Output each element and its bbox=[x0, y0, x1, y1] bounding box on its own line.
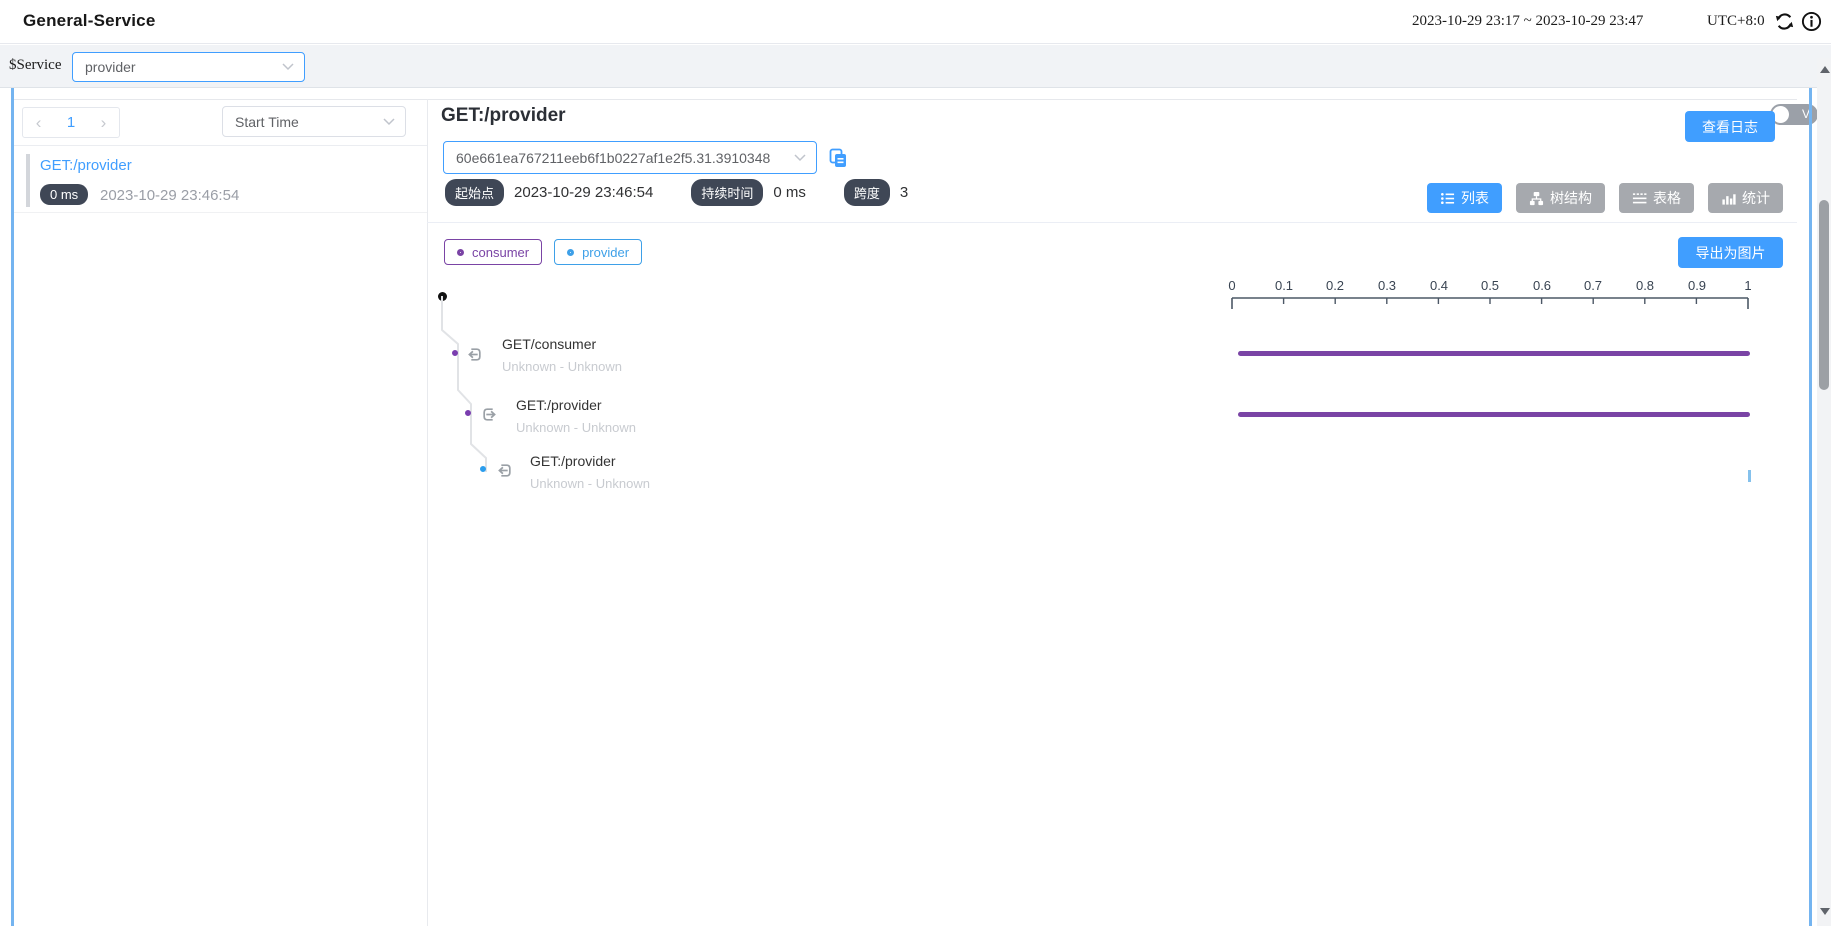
span-endpoints: Unknown - Unknown bbox=[516, 420, 636, 435]
view-mode-label: 列表 bbox=[1461, 188, 1489, 208]
span-name[interactable]: GET:/provider bbox=[516, 397, 602, 413]
trace-item-name[interactable]: GET:/provider bbox=[40, 157, 132, 174]
view-mode-label: 表格 bbox=[1653, 188, 1681, 208]
bar-chart-icon bbox=[1721, 191, 1736, 206]
entry-span-icon bbox=[496, 462, 513, 479]
sort-select-value: Start Time bbox=[235, 114, 299, 130]
view-mode-label: 统计 bbox=[1742, 188, 1770, 208]
meta-value: 3 bbox=[900, 184, 908, 201]
view-mode-list-button[interactable]: 列表 bbox=[1427, 183, 1502, 213]
tree-icon bbox=[1529, 191, 1544, 206]
axis-tick-label: 0 bbox=[1228, 278, 1235, 293]
list-icon bbox=[1440, 191, 1455, 206]
span-duration-bar[interactable] bbox=[1238, 351, 1750, 356]
trace-title: GET:/provider bbox=[441, 105, 566, 127]
axis-tick-label: 0.8 bbox=[1636, 278, 1654, 293]
trace-id-value: 60e661ea767211eeb6f1b0227af1e2f5.31.3910… bbox=[456, 150, 786, 166]
axis-tick-label: 0.9 bbox=[1688, 278, 1706, 293]
view-mode-tree-button[interactable]: 树结构 bbox=[1516, 183, 1605, 213]
legend-chip-provider[interactable]: provider bbox=[554, 239, 642, 265]
axis-tick-label: 0.6 bbox=[1533, 278, 1551, 293]
span-dot-consumer bbox=[452, 350, 458, 356]
next-page-button[interactable]: › bbox=[101, 114, 107, 131]
trace-page: General-Service 2023-10-29 23:17 ~ 2023-… bbox=[0, 0, 1831, 926]
time-axis bbox=[1230, 296, 1752, 310]
detail-divider bbox=[427, 222, 1797, 223]
scrollbar-down-arrow[interactable] bbox=[1820, 908, 1830, 915]
axis-tick-label: 0.1 bbox=[1275, 278, 1293, 293]
legend-label: consumer bbox=[472, 245, 529, 260]
trace-item-duration-badge: 0 ms bbox=[40, 184, 88, 205]
meta-value: 0 ms bbox=[773, 184, 806, 201]
filter-bar: $Service provider V bbox=[0, 45, 1831, 88]
scrollbar-track[interactable] bbox=[1817, 58, 1831, 926]
scrollbar-up-arrow[interactable] bbox=[1820, 66, 1830, 73]
axis-tick-label: 0.4 bbox=[1430, 278, 1448, 293]
trace-id-select[interactable]: 60e661ea767211eeb6f1b0227af1e2f5.31.3910… bbox=[443, 141, 817, 174]
entry-span-icon bbox=[466, 346, 483, 363]
view-mode-table-button[interactable]: 表格 bbox=[1619, 183, 1694, 213]
span-name[interactable]: GET:/provider bbox=[530, 453, 616, 469]
time-range-label: 2023-10-29 23:17 ~ 2023-10-29 23:47 bbox=[1412, 13, 1643, 30]
span-duration-bar[interactable] bbox=[1238, 412, 1750, 417]
info-icon[interactable] bbox=[1801, 11, 1822, 32]
span-dot-provider bbox=[480, 466, 486, 472]
pagination: ‹ 1 › bbox=[22, 107, 120, 138]
span-name[interactable]: GET/consumer bbox=[502, 336, 596, 352]
axis-tick-label: 0.7 bbox=[1584, 278, 1602, 293]
panel-divider bbox=[427, 99, 428, 926]
refresh-icon[interactable] bbox=[1774, 11, 1795, 32]
view-logs-button[interactable]: 查看日志 bbox=[1685, 111, 1775, 142]
span-duration-bar[interactable] bbox=[1748, 470, 1751, 482]
meta-value: 2023-10-29 23:46:54 bbox=[514, 184, 653, 201]
meta-label-badge: 起始点 bbox=[445, 179, 504, 206]
app-header: General-Service 2023-10-29 23:17 ~ 2023-… bbox=[0, 0, 1831, 44]
chevron-down-icon bbox=[282, 63, 294, 71]
export-image-button[interactable]: 导出为图片 bbox=[1678, 237, 1783, 268]
legend-label: provider bbox=[582, 245, 629, 260]
axis-tick-label: 0.5 bbox=[1481, 278, 1499, 293]
copy-icon[interactable] bbox=[828, 148, 848, 168]
meta-label-badge: 跨度 bbox=[844, 179, 890, 206]
view-mode-stats-button[interactable]: 统计 bbox=[1708, 183, 1783, 213]
view-mode-buttons: 列表 树结构 表格 统 bbox=[1390, 183, 1783, 213]
exit-span-icon bbox=[481, 406, 498, 423]
scrollbar-thumb[interactable] bbox=[1819, 200, 1829, 390]
meta-label-badge: 持续时间 bbox=[691, 179, 763, 206]
trace-item-start-time: 2023-10-29 23:46:54 bbox=[100, 187, 239, 204]
service-select-value: provider bbox=[85, 59, 136, 75]
legend-ring-icon bbox=[457, 249, 464, 256]
trace-list-item[interactable]: GET:/provider 0 ms 2023-10-29 23:46:54 bbox=[14, 147, 427, 213]
timezone-label: UTC+8:0 bbox=[1707, 13, 1765, 30]
axis-tick-label: 1 bbox=[1744, 278, 1751, 293]
span-dot-consumer bbox=[465, 410, 471, 416]
axis-tick-label: 0.3 bbox=[1378, 278, 1396, 293]
service-legend: consumer provider bbox=[444, 239, 642, 265]
page-number[interactable]: 1 bbox=[67, 114, 75, 131]
service-label: $Service bbox=[9, 57, 61, 74]
span-endpoints: Unknown - Unknown bbox=[530, 476, 650, 491]
right-scroll-edge bbox=[1809, 88, 1812, 926]
chevron-down-icon bbox=[794, 154, 806, 162]
page-title: General-Service bbox=[23, 11, 155, 31]
legend-chip-consumer[interactable]: consumer bbox=[444, 239, 542, 265]
tree-connector bbox=[430, 286, 500, 481]
sort-select[interactable]: Start Time bbox=[222, 106, 406, 137]
prev-page-button[interactable]: ‹ bbox=[36, 114, 42, 131]
axis-tick-label: 0.2 bbox=[1326, 278, 1344, 293]
span-endpoints: Unknown - Unknown bbox=[502, 359, 622, 374]
legend-ring-icon bbox=[567, 249, 574, 256]
card-top-border bbox=[14, 99, 1797, 100]
chevron-down-icon bbox=[383, 118, 395, 126]
view-mode-label: 树结构 bbox=[1550, 188, 1592, 208]
service-select[interactable]: provider bbox=[72, 52, 305, 82]
left-scroll-edge bbox=[11, 88, 14, 926]
trace-item-accent bbox=[26, 154, 30, 207]
table-icon bbox=[1632, 191, 1647, 206]
list-divider bbox=[14, 145, 427, 146]
trace-meta-row: 起始点 2023-10-29 23:46:54 持续时间 0 ms 跨度 3 bbox=[445, 180, 936, 204]
